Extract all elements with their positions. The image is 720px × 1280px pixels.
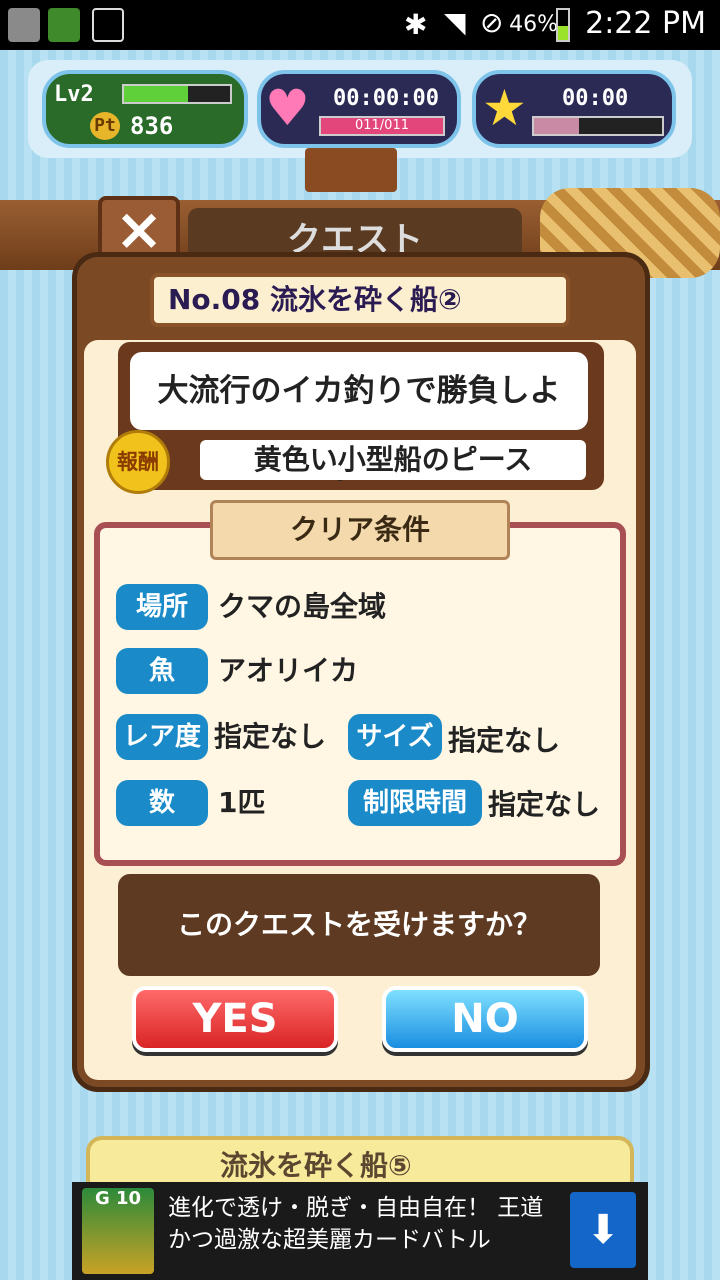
star-bar [532, 116, 664, 136]
count-tag: 数 [116, 780, 208, 826]
ad-text[interactable]: 進化で透け・脱ぎ・自由自在！ 王道 かつ過激な超美麗カードバトル [168, 1192, 568, 1256]
no-signal-icon: ⊘ [480, 6, 504, 39]
app-notification-icon [48, 8, 80, 42]
level-box: Lv2 Pt 836 [42, 70, 248, 148]
conditions-title: クリア条件 [210, 500, 510, 560]
place-value: クマの島全域 [218, 590, 387, 623]
battery-icon [556, 8, 570, 42]
quest-description: 大流行のイカ釣りで勝負しよう！ [130, 352, 588, 487]
reward-badge: 報酬 [106, 430, 170, 494]
place-tag: 場所 [116, 584, 208, 630]
bluetooth-icon: ✱ [404, 8, 428, 41]
image-notification-icon [92, 8, 124, 42]
fish-tag: 魚 [116, 648, 208, 694]
download-icon[interactable]: ⬇ [570, 1192, 636, 1268]
fish-value: アオリイカ [218, 654, 359, 687]
battery-percent: 46% [509, 12, 558, 37]
stamina-box[interactable]: ♥ 00:00:00 011/011 [257, 70, 461, 148]
boat-image [305, 148, 397, 192]
time-limit-tag: 制限時間 [348, 780, 482, 826]
heart-bar: 011/011 [319, 116, 445, 136]
ad-line-2: かつ過激な超美麗カードバトル [168, 1227, 491, 1253]
level-progress-bar [122, 84, 232, 104]
heart-timer: 00:00:00 [333, 86, 439, 111]
ad-badge: G 10 [94, 1188, 142, 1209]
sim-icon [8, 8, 40, 42]
rarity-tag: レア度 [116, 714, 208, 760]
wifi-icon: ◥ [444, 6, 466, 39]
time-limit-value: 指定なし [488, 788, 601, 821]
star-box[interactable]: ★ 00:00 [472, 70, 676, 148]
status-bar: ✱ ◥ ⊘ 46% 2:22 PM [0, 0, 720, 50]
size-tag: サイズ [348, 714, 442, 760]
heart-count: 011/011 [354, 118, 409, 133]
accept-question: このクエストを受けますか？ [118, 874, 600, 976]
reward-text: 黄色い小型船のピース [200, 440, 586, 480]
points-value: 836 [130, 112, 174, 140]
ad-image[interactable]: G 10 [82, 1188, 154, 1274]
level-progress-fill [124, 86, 188, 102]
ad-line-1: 進化で透け・脱ぎ・自由自在！ 王道 [168, 1195, 544, 1221]
star-progress-fill [534, 118, 579, 134]
quest-list-card-title: 流氷を砕く船⑤ [220, 1149, 412, 1182]
rarity-value: 指定なし [214, 720, 327, 753]
star-icon: ★ [482, 79, 527, 137]
level-label: Lv2 [54, 82, 94, 107]
count-value: 1匹 [218, 786, 266, 819]
clock: 2:22 PM [585, 6, 706, 41]
no-button[interactable]: NO [382, 986, 588, 1052]
size-value: 指定なし [448, 724, 561, 757]
quest-title: No.08 流氷を砕く船② [150, 273, 570, 327]
pt-icon: Pt [90, 112, 120, 140]
yes-button[interactable]: YES [132, 986, 338, 1052]
heart-icon: ♥ [265, 79, 310, 137]
star-timer: 00:00 [562, 86, 629, 111]
